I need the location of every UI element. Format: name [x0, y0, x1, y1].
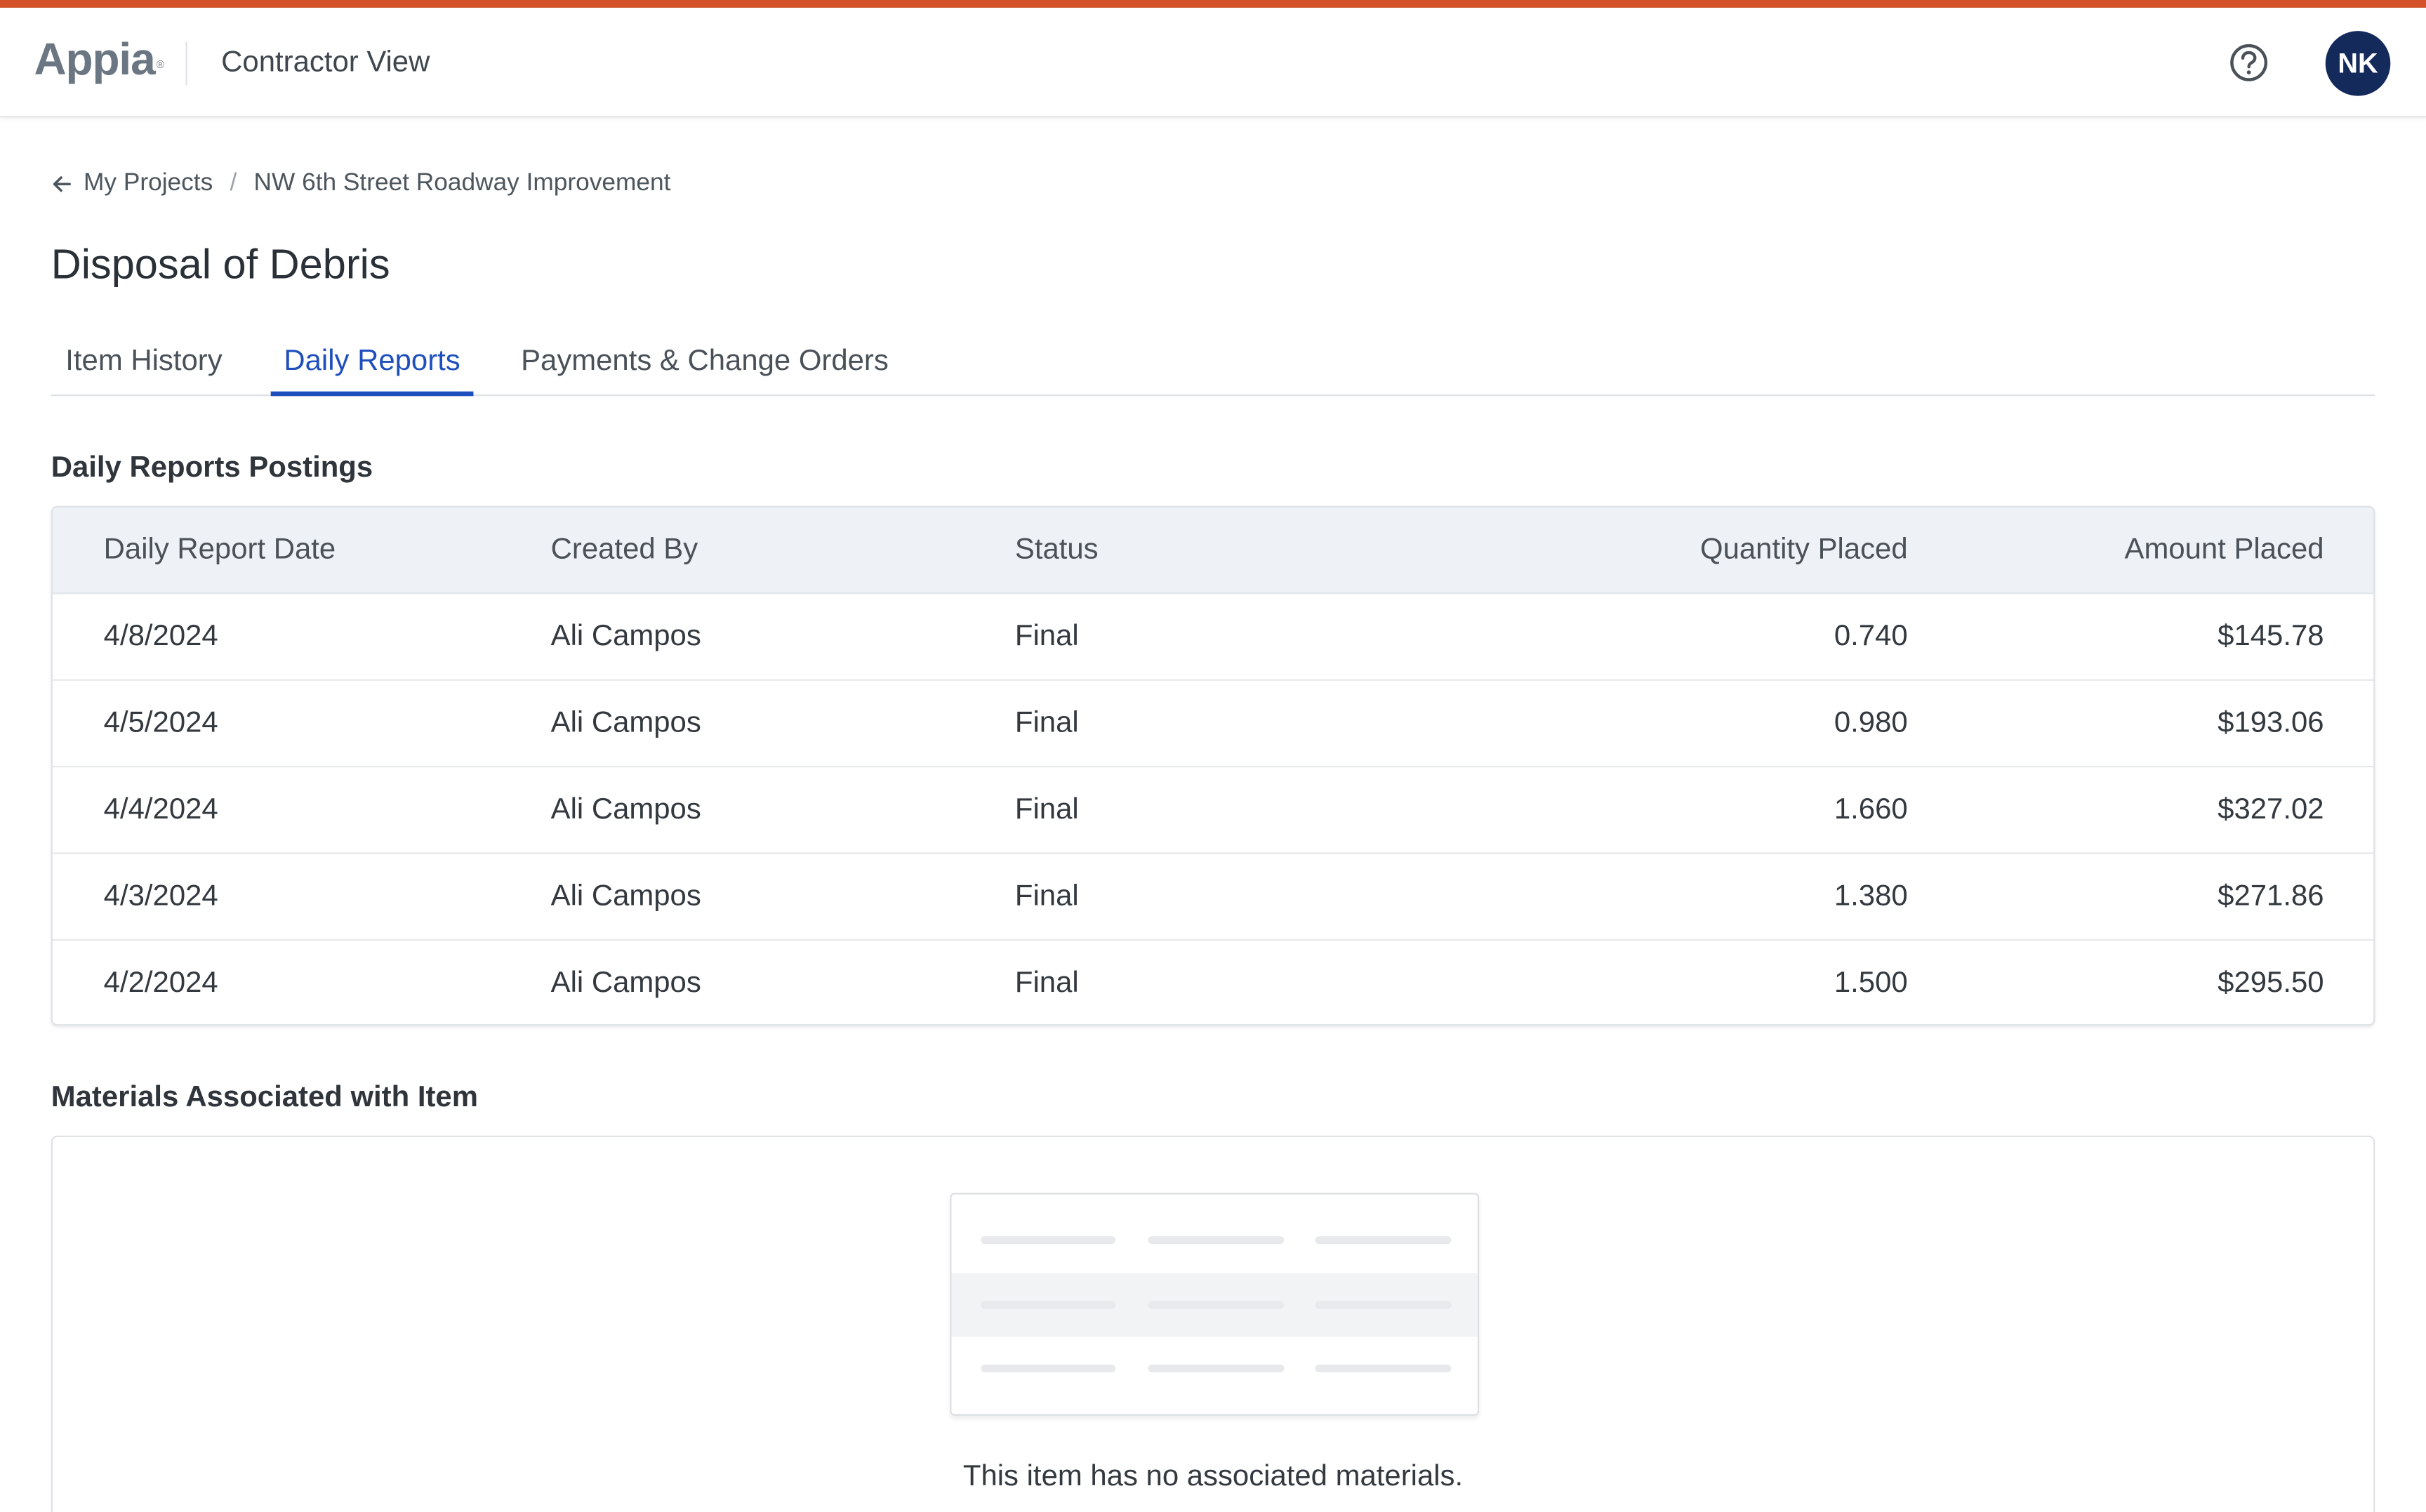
column-header-date[interactable]: Daily Report Date	[104, 508, 336, 594]
breadcrumb-separator: /	[230, 170, 237, 197]
illustration-line	[1148, 1236, 1285, 1245]
cell-created-by: Ali Campos	[550, 707, 701, 740]
column-header-created-by[interactable]: Created By	[551, 508, 698, 594]
header-divider	[185, 41, 187, 86]
cell-amount: $327.02	[2218, 793, 2324, 826]
logo-registered-mark: ®	[156, 60, 164, 72]
cell-amount: $193.06	[2218, 707, 2324, 740]
illustration-line	[1315, 1301, 1452, 1309]
tab-item-history[interactable]: Item History	[51, 331, 237, 397]
user-avatar[interactable]: NK	[2325, 31, 2391, 96]
materials-section-title: Materials Associated with Item	[51, 1081, 478, 1114]
cell-amount: $271.86	[2218, 880, 2324, 913]
cell-quantity: 1.660	[1834, 793, 1908, 826]
cell-date: 4/4/2024	[103, 793, 218, 826]
illustration-line	[1315, 1365, 1452, 1373]
table-row[interactable]: 4/2/2024 Ali Campos Final 1.500 $295.50	[53, 941, 2373, 1024]
cell-quantity: 1.380	[1834, 880, 1908, 913]
table-row[interactable]: 4/8/2024 Ali Campos Final 0.740 $145.78	[52, 594, 2374, 681]
cell-amount: $295.50	[2218, 967, 2324, 1000]
app-viewport: Appia ® Contractor View NK My Projects / …	[0, 0, 2426, 1512]
illustration-line	[1148, 1365, 1285, 1373]
app-title: Contractor View	[221, 46, 430, 79]
daily-reports-section-title: Daily Reports Postings	[51, 451, 373, 484]
cell-created-by: Ali Campos	[550, 793, 701, 826]
table-row[interactable]: 4/4/2024 Ali Campos Final 1.660 $327.02	[52, 767, 2374, 854]
cell-date: 4/5/2024	[103, 707, 218, 740]
empty-table-illustration	[950, 1193, 1480, 1416]
illustration-line	[981, 1301, 1116, 1309]
empty-state-message: This item has no associated materials.	[962, 1460, 1464, 1493]
cell-status: Final	[1014, 620, 1079, 654]
cell-quantity: 1.500	[1834, 967, 1908, 1000]
app-header: Appia ® Contractor View NK	[0, 8, 2426, 118]
table-row[interactable]: 4/5/2024 Ali Campos Final 0.980 $193.06	[52, 681, 2374, 768]
column-header-quantity[interactable]: Quantity Placed	[1700, 508, 1908, 594]
question-circle-icon[interactable]	[2228, 42, 2270, 84]
cell-amount: $145.78	[2218, 620, 2324, 654]
logo-text: Appia	[34, 35, 155, 86]
breadcrumb: My Projects / NW 6th Street Roadway Impr…	[51, 167, 671, 201]
tab-bar: Item History Daily Reports Payments & Ch…	[51, 331, 2375, 397]
cell-date: 4/8/2024	[103, 620, 218, 654]
page-title: Disposal of Debris	[51, 241, 390, 288]
column-header-status[interactable]: Status	[1015, 508, 1099, 594]
breadcrumb-my-projects[interactable]: My Projects	[84, 170, 213, 198]
arrow-left-icon[interactable]	[51, 173, 73, 195]
cell-date: 4/3/2024	[103, 880, 218, 913]
illustration-line	[1315, 1236, 1452, 1245]
cell-created-by: Ali Campos	[550, 967, 701, 1000]
illustration-line	[981, 1236, 1116, 1245]
column-header-amount[interactable]: Amount Placed	[2125, 508, 2324, 594]
table-header: Daily Report Date Created By Status Quan…	[52, 507, 2374, 595]
cell-date: 4/2/2024	[103, 967, 218, 1000]
daily-reports-table: Daily Report Date Created By Status Quan…	[51, 505, 2375, 1026]
tab-payments-change-orders[interactable]: Payments & Change Orders	[508, 331, 902, 397]
cell-status: Final	[1014, 793, 1079, 826]
accent-bar	[0, 0, 2426, 8]
cell-status: Final	[1014, 880, 1079, 913]
cell-status: Final	[1014, 967, 1079, 1000]
tab-daily-reports[interactable]: Daily Reports	[270, 331, 474, 397]
illustration-line	[981, 1365, 1116, 1373]
cell-created-by: Ali Campos	[550, 880, 701, 913]
appia-logo[interactable]: Appia ®	[34, 32, 164, 88]
cell-created-by: Ali Campos	[550, 620, 701, 654]
cell-quantity: 0.740	[1834, 620, 1908, 654]
cell-quantity: 0.980	[1834, 707, 1908, 740]
illustration-line	[1148, 1301, 1285, 1309]
breadcrumb-current-project[interactable]: NW 6th Street Roadway Improvement	[254, 170, 671, 198]
materials-panel: This item has no associated materials.	[51, 1135, 2375, 1512]
table-row[interactable]: 4/3/2024 Ali Campos Final 1.380 $271.86	[52, 854, 2374, 941]
cell-status: Final	[1014, 707, 1079, 740]
